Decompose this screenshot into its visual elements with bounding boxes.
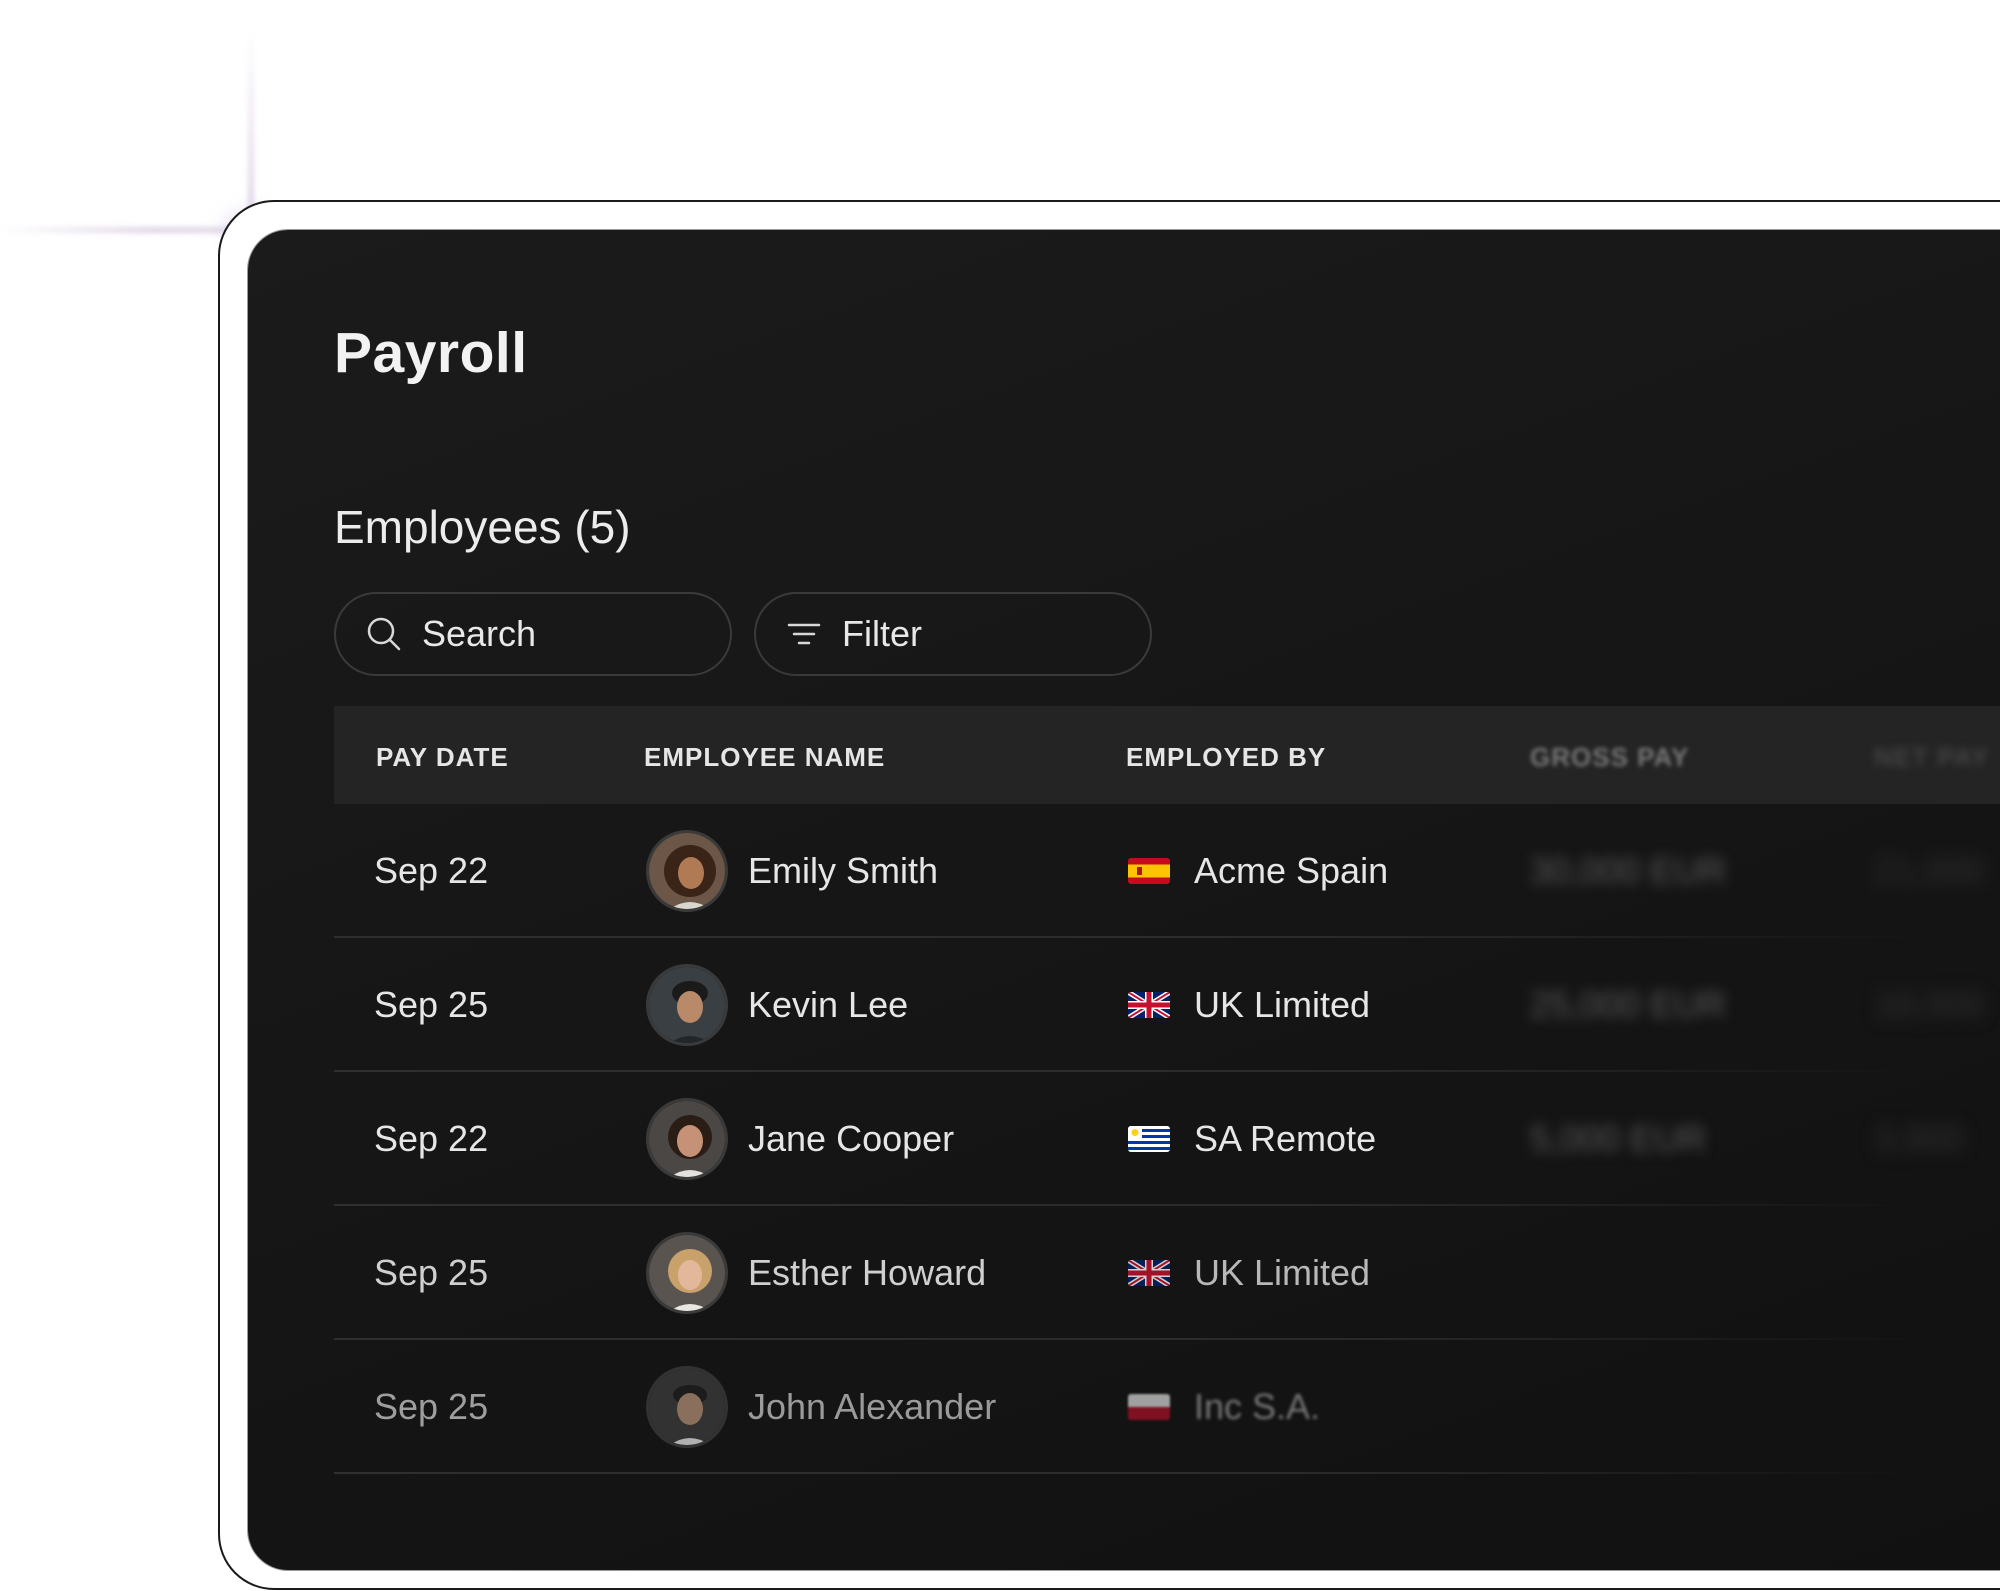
pay-date: Sep 25: [374, 984, 489, 1025]
row-divider: [334, 1472, 1934, 1474]
employee-name[interactable]: John Alexander: [748, 1386, 996, 1428]
spain-flag-icon: [1128, 858, 1170, 884]
employer-name: UK Limited: [1194, 984, 1371, 1025]
employer-name: UK Limited: [1194, 1252, 1371, 1293]
pay-date: Sep 25: [374, 1252, 489, 1293]
employee-name[interactable]: Kevin Lee: [748, 984, 908, 1026]
column-header-employed-by[interactable]: EMPLOYED BY: [1126, 742, 1326, 773]
employee-name[interactable]: Esther Howard: [748, 1252, 986, 1294]
employer-name: SA Remote: [1194, 1118, 1377, 1159]
table-row[interactable]: Sep 25 John Alexander Inc S.A.: [334, 1340, 2000, 1474]
avatar: [646, 1366, 728, 1448]
table-row[interactable]: Sep 25 Esther Howard UK Limited: [334, 1206, 2000, 1340]
pay-date: Sep 22: [374, 850, 489, 891]
column-header-net-pay[interactable]: NET PAY: [1874, 742, 1989, 773]
column-header-gross-pay[interactable]: GROSS PAY: [1530, 742, 1689, 773]
pay-date: Sep 25: [374, 1386, 489, 1427]
filter-label: Filter: [842, 613, 922, 654]
table-row[interactable]: Sep 22 Emily Smith Acme Spain 30,000 EUR: [334, 804, 2000, 938]
employer-name: Inc S.A.: [1194, 1386, 1321, 1427]
uk-flag-icon: [1128, 1260, 1170, 1286]
employees-heading: Employees (5): [334, 501, 631, 553]
search-label: Search: [422, 613, 537, 654]
avatar: [646, 830, 728, 912]
employer-name: Acme Spain: [1194, 850, 1389, 891]
net-pay: 18,000: [1874, 984, 1985, 1025]
avatar: [646, 964, 728, 1046]
pay-date: Sep 22: [374, 1118, 489, 1159]
employee-name[interactable]: Jane Cooper: [748, 1118, 954, 1160]
net-pay: 21,000: [1874, 850, 1985, 891]
table-header: PAY DATE EMPLOYEE NAME EMPLOYED BY GROSS…: [334, 706, 2000, 804]
payroll-panel: Payroll Employees (5) Search Filter PAY …: [248, 230, 2000, 1570]
column-header-pay-date[interactable]: PAY DATE: [376, 742, 509, 773]
table-row[interactable]: Sep 25 Kevin Lee UK Limited 25,000 EUR 1…: [334, 938, 2000, 1072]
avatar: [646, 1098, 728, 1180]
gross-pay: 5,000 EUR: [1530, 1118, 1707, 1159]
table-row[interactable]: Sep 22 Jane Cooper SA Remote 5,000 EUR 3…: [334, 1072, 2000, 1206]
search-icon: [364, 614, 404, 654]
employee-name[interactable]: Emily Smith: [748, 850, 938, 892]
filter-button[interactable]: Filter: [754, 592, 1152, 676]
column-header-employee-name[interactable]: EMPLOYEE NAME: [644, 742, 885, 773]
red-white-flag-icon: [1128, 1394, 1170, 1420]
stage: Payroll Employees (5) Search Filter PAY …: [0, 0, 2000, 1591]
search-input[interactable]: Search: [334, 592, 732, 676]
gross-pay: 25,000 EUR: [1530, 984, 1727, 1025]
page-title: Payroll: [334, 321, 528, 385]
uk-flag-icon: [1128, 992, 1170, 1018]
net-pay: 3,900: [1874, 1118, 1965, 1159]
filter-icon: [784, 614, 824, 654]
gross-pay: 30,000 EUR: [1530, 850, 1727, 891]
uruguay-flag-icon: [1128, 1126, 1170, 1152]
avatar: [646, 1232, 728, 1314]
